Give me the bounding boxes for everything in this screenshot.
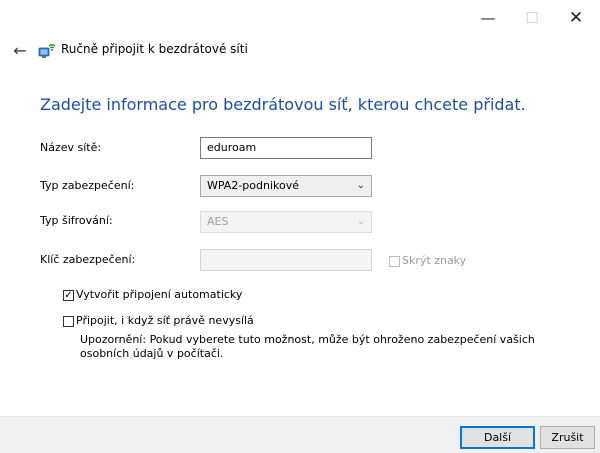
encryption-type-select[interactable]: AES ⌄ (200, 211, 372, 233)
connect-hidden-network-checkbox[interactable] (63, 316, 74, 327)
window-title: Ručně připojit k bezdrátové síti (61, 42, 248, 56)
page-heading: Zadejte informace pro bezdrátovou síť, k… (40, 95, 526, 114)
auto-connect-label: Vytvořit připojení automaticky (76, 288, 243, 301)
minimize-button[interactable]: — (466, 0, 510, 36)
security-key-input[interactable] (200, 249, 372, 271)
network-name-label: Název sítě: (40, 141, 102, 154)
security-key-label: Klíč zabezpečení: (40, 253, 136, 266)
checkmark-icon: ✓ (64, 289, 73, 301)
hide-characters-checkbox[interactable] (389, 256, 400, 267)
cancel-button[interactable]: Zrušit (540, 426, 595, 449)
back-button[interactable]: ← (8, 40, 32, 60)
privacy-warning-text: Upozornění: Pokud vyberete tuto možnost,… (80, 333, 535, 360)
close-button[interactable]: ✕ (554, 0, 598, 36)
next-button[interactable]: Další (460, 426, 535, 449)
chevron-down-icon: ⌄ (356, 216, 365, 227)
maximize-button[interactable]: ☐ (510, 0, 554, 36)
network-name-input[interactable]: eduroam (200, 137, 372, 159)
security-type-label: Typ zabezpečení: (40, 179, 135, 192)
encryption-type-label: Typ šifrování: (40, 214, 113, 227)
security-type-value: WPA2-podnikové (207, 179, 300, 192)
encryption-type-value: AES (207, 215, 229, 228)
hide-characters-label: Skrýt znaky (402, 254, 467, 267)
wireless-network-icon (38, 42, 56, 60)
auto-connect-checkbox[interactable]: ✓ (63, 290, 74, 301)
chevron-down-icon: ⌄ (356, 180, 365, 191)
security-type-select[interactable]: WPA2-podnikové ⌄ (200, 175, 372, 197)
connect-hidden-network-label: Připojit, i když síť právě nevysílá (76, 314, 254, 327)
